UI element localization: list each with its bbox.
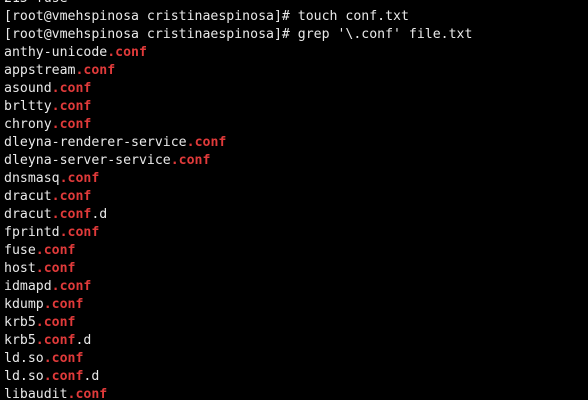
shell-line: [root@vmehspinosa cristinaespinosa]# gre… [4, 26, 472, 44]
grep-match-text: .conf [35, 333, 76, 348]
grep-match-text: .conf [51, 117, 92, 132]
terminal-output: 215 fuse [root@vmehspinosa cristinaespino… [4, 0, 472, 400]
grep-result-line: krb5.conf [4, 314, 472, 332]
grep-match-text: .conf [35, 315, 76, 330]
grep-match-text: .conf [75, 63, 116, 78]
grep-result-line: dleyna-renderer-service.conf [4, 134, 472, 152]
grep-match-text: .conf [170, 153, 211, 168]
grep-result-line: fuse.conf [4, 242, 472, 260]
terminal-text: libaudit [4, 387, 68, 400]
terminal-text: dracut [4, 189, 52, 204]
grep-result-line: asound.conf [4, 80, 472, 98]
terminal-text: anthy-unicode [4, 45, 108, 60]
grep-match-text: .conf [59, 171, 100, 186]
terminal-text: krb5 [4, 333, 36, 348]
grep-match-text: .conf [43, 297, 84, 312]
terminal-text: dnsmasq [4, 171, 60, 186]
grep-result-line: dracut.conf [4, 188, 472, 206]
grep-match-text: .conf [107, 45, 147, 60]
terminal-text: appstream [4, 63, 76, 78]
terminal-text: chrony [4, 117, 52, 132]
terminal-text: [root@vmehspinosa cristinaespinosa]# tou… [4, 9, 409, 24]
terminal-text: fprintd [4, 225, 60, 240]
grep-result-line: brltty.conf [4, 98, 472, 116]
terminal-text: dracut [4, 207, 52, 222]
terminal-text: 215 fuse [4, 0, 68, 6]
grep-match-text: .conf [51, 207, 92, 222]
terminal-text: .d [83, 369, 100, 384]
grep-result-line: chrony.conf [4, 116, 472, 134]
grep-result-line: ld.so.conf [4, 350, 472, 368]
terminal-text: asound [4, 81, 52, 96]
terminal-text: idmapd [4, 279, 52, 294]
grep-match-text: .conf [67, 387, 108, 400]
shell-line: [root@vmehspinosa cristinaespinosa]# tou… [4, 8, 472, 26]
grep-result-line: kdump.conf [4, 296, 472, 314]
grep-match-text: .conf [186, 135, 227, 150]
terminal-text: host [4, 261, 36, 276]
grep-match-text: .conf [51, 99, 92, 114]
terminal-text: .d [75, 333, 92, 348]
grep-match-text: .conf [35, 261, 76, 276]
grep-result-line: ld.so.conf.d [4, 368, 472, 386]
shell-line: 215 fuse [4, 0, 472, 8]
grep-result-line: host.conf [4, 260, 472, 278]
grep-result-line: dracut.conf.d [4, 206, 472, 224]
grep-match-text: .conf [43, 351, 84, 366]
terminal-text: [root@vmehspinosa cristinaespinosa]# gre… [4, 27, 473, 42]
terminal-text: fuse [4, 243, 36, 258]
terminal-text: brltty [4, 99, 52, 114]
grep-result-line: anthy-unicode.conf [4, 44, 472, 62]
grep-match-text: .conf [51, 279, 92, 294]
grep-match-text: .conf [51, 189, 92, 204]
terminal-text: ld.so [4, 351, 44, 366]
terminal-text: dleyna-renderer-service [4, 135, 187, 150]
grep-match-text: .conf [35, 243, 76, 258]
grep-result-line: idmapd.conf [4, 278, 472, 296]
terminal-text: dleyna-server-service [4, 153, 171, 168]
grep-result-line: krb5.conf.d [4, 332, 472, 350]
terminal-text: krb5 [4, 315, 36, 330]
grep-result-line: fprintd.conf [4, 224, 472, 242]
grep-result-line: dnsmasq.conf [4, 170, 472, 188]
grep-result-line: appstream.conf [4, 62, 472, 80]
terminal-text: ld.so [4, 369, 44, 384]
terminal-text: kdump [4, 297, 44, 312]
grep-result-line: libaudit.conf [4, 386, 472, 400]
grep-result-line: dleyna-server-service.conf [4, 152, 472, 170]
grep-match-text: .conf [51, 81, 92, 96]
grep-match-text: .conf [43, 369, 84, 384]
terminal-text: .d [91, 207, 108, 222]
terminal-window[interactable]: 215 fuse [root@vmehspinosa cristinaespino… [0, 0, 588, 400]
grep-match-text: .conf [59, 225, 100, 240]
